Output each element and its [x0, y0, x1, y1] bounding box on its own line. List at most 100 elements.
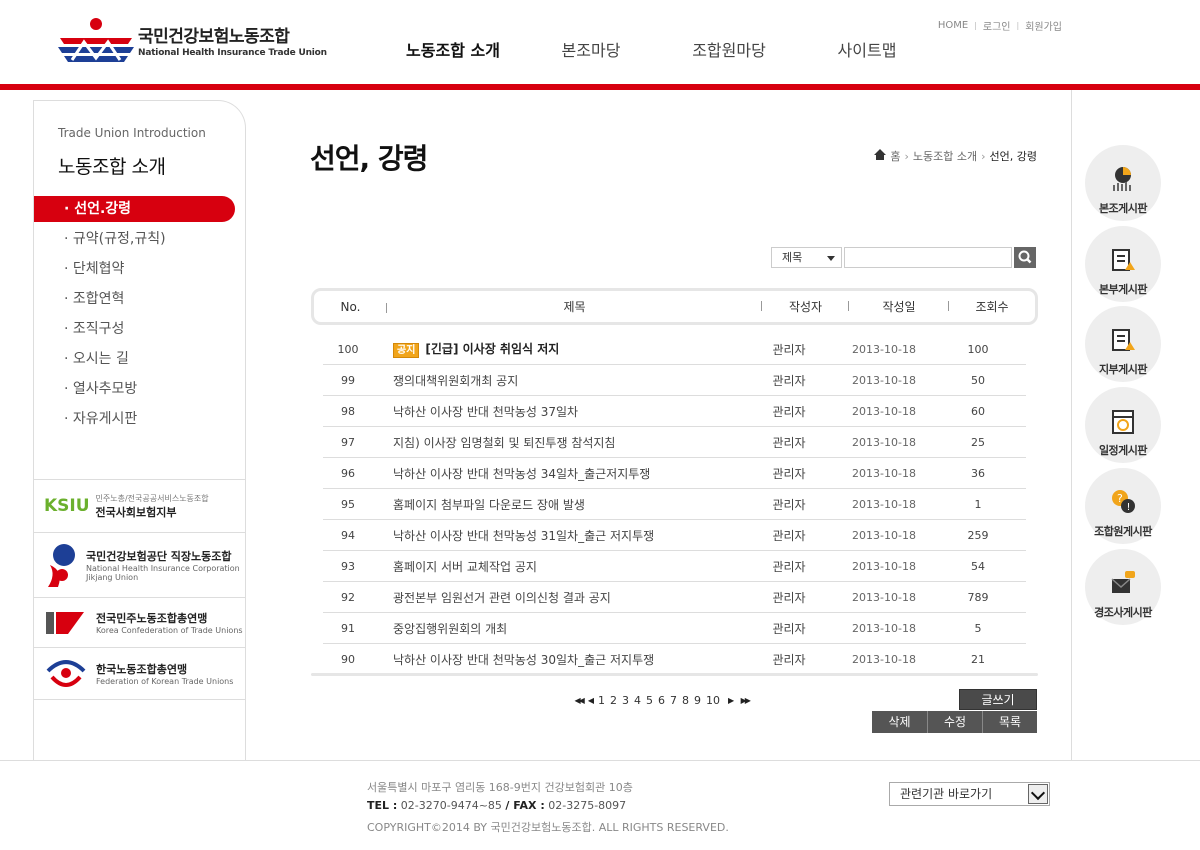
sidebar-item-organization[interactable]: · 조직구성	[34, 316, 235, 346]
page-link[interactable]: 7	[670, 694, 677, 707]
page-link[interactable]: 1	[598, 694, 605, 707]
sidebar-item-history[interactable]: · 조합연혁	[34, 286, 235, 316]
quick-label: 조합원게시판	[1094, 525, 1152, 538]
list-button[interactable]: 목록	[982, 711, 1037, 733]
delete-button[interactable]: 삭제	[872, 711, 927, 733]
sidebar-item-agreement[interactable]: · 단체협약	[34, 256, 235, 286]
chevron-right-icon: ›	[904, 149, 909, 163]
edit-button[interactable]: 수정	[927, 711, 982, 733]
header-writer: 작성자	[762, 298, 849, 315]
row-title[interactable]: 낙하산 이사장 반대 천막농성 37일차	[373, 403, 753, 420]
login-link[interactable]: 로그인	[983, 18, 1011, 33]
row-title[interactable]: 광전본부 임원선거 관련 이의신청 결과 공지	[373, 589, 753, 606]
banner-ksiu[interactable]: KSIU 민주노총/전국공공서비스노동조합 전국사회보험지부	[34, 479, 245, 532]
row-title[interactable]: 홈페이지 서버 교체작업 공지	[373, 558, 753, 575]
search-input[interactable]	[844, 247, 1012, 268]
nav-union-intro[interactable]: 노동조합 소개	[384, 37, 522, 61]
page-link[interactable]: 6	[658, 694, 665, 707]
banner-title: 전국민주노동조합총연맹	[96, 612, 208, 625]
row-title[interactable]: 중앙집행위원회의 개최	[373, 620, 753, 637]
table-row[interactable]: 98 낙하산 이사장 반대 천막농성 37일차 관리자 2013-10-18 6…	[323, 396, 1026, 427]
row-title[interactable]: 낙하산 이사장 반대 천막농성 34일차_출근저지투쟁	[373, 465, 753, 482]
row-title[interactable]: 쟁의대책위원회개최 공지	[373, 372, 753, 389]
page-link[interactable]: 5	[646, 694, 653, 707]
page-link[interactable]: 2	[610, 694, 617, 707]
row-title[interactable]: 낙하산 이사장 반대 천막농성 31일차_출근 저지투쟁	[373, 527, 753, 544]
related-sites-select[interactable]: 관련기관 바로가기	[889, 782, 1050, 806]
nav-sitemap[interactable]: 사이트맵	[798, 37, 936, 61]
page-link[interactable]: 9	[694, 694, 701, 707]
row-title[interactable]: 공지 [긴급] 이사장 취임식 저지	[373, 340, 753, 358]
banner-title: 국민건강보험공단 직장노동조합	[86, 550, 232, 563]
left-sidebar: Trade Union Introduction 노동조합 소개 · 선언.강령…	[33, 100, 246, 760]
table-row[interactable]: 93 홈페이지 서버 교체작업 공지 관리자 2013-10-18 54	[323, 551, 1026, 582]
header-title: 제목	[387, 298, 762, 315]
table-row[interactable]: 95 홈페이지 첨부파일 다운로드 장애 발생 관리자 2013-10-18 1	[323, 489, 1026, 520]
quick-region-board[interactable]: 본부게시판	[1085, 226, 1161, 302]
row-views: 21	[971, 653, 985, 666]
sidebar-item-memorial[interactable]: · 열사추모방	[34, 376, 235, 406]
nav-headquarters[interactable]: 본조마당	[522, 37, 660, 61]
row-date: 2013-10-18	[852, 621, 916, 635]
page-link[interactable]: 8	[682, 694, 689, 707]
nav-members[interactable]: 조합원마당	[660, 37, 798, 61]
row-title[interactable]: 지침) 이사장 임명철회 및 퇴진투쟁 참석지침	[373, 434, 753, 451]
header-no: No.	[314, 300, 387, 314]
row-no: 98	[341, 404, 355, 418]
sidebar-item-bylaws[interactable]: · 규약(규정,규칙)	[34, 226, 235, 256]
table-row[interactable]: 97 지침) 이사장 임명철회 및 퇴진투쟁 참석지침 관리자 2013-10-…	[323, 427, 1026, 458]
row-title-text[interactable]: [긴급] 이사장 취임식 저지	[425, 342, 559, 356]
row-date: 2013-10-18	[852, 435, 916, 449]
breadcrumb-home[interactable]: 홈	[890, 148, 900, 164]
row-writer: 관리자	[772, 404, 806, 419]
search-field-select[interactable]: 제목	[771, 247, 842, 268]
calendar-icon	[1112, 410, 1134, 434]
home-link[interactable]: HOME	[938, 20, 968, 31]
page-link[interactable]: 4	[634, 694, 641, 707]
last-page-icon[interactable]: ▶▶	[741, 696, 751, 705]
page-link[interactable]: 10	[706, 694, 720, 707]
separator: |	[1016, 21, 1020, 30]
banner-fktu[interactable]: 한국노동조합총연맹 Federation of Korean Trade Uni…	[34, 647, 245, 700]
related-sites-value: 관련기관 바로가기	[900, 787, 993, 801]
fax-label: / FAX :	[505, 799, 545, 812]
row-writer: 관리자	[772, 373, 806, 388]
prev-page-icon[interactable]: ◀	[588, 696, 594, 705]
site-logo[interactable]: 국민건강보험노동조합 National Health Insurance Tra…	[58, 16, 327, 64]
tel-label: TEL :	[367, 799, 398, 812]
table-row[interactable]: 99 쟁의대책위원회개최 공지 관리자 2013-10-18 50	[323, 365, 1026, 396]
table-row[interactable]: 91 중앙집행위원회의 개최 관리자 2013-10-18 5	[323, 613, 1026, 644]
breadcrumb-section[interactable]: 노동조합 소개	[913, 148, 977, 164]
write-button[interactable]: 글쓰기	[959, 689, 1037, 710]
banner-kctu[interactable]: 전국민주노동조합총연맹 Korea Confederation of Trade…	[34, 597, 245, 647]
row-no: 90	[341, 653, 355, 666]
banner-jikjang-union[interactable]: 국민건강보험공단 직장노동조합 National Health Insuranc…	[34, 532, 245, 597]
quick-branch-board[interactable]: 지부게시판	[1085, 306, 1161, 382]
row-title[interactable]: 홈페이지 첨부파일 다운로드 장애 발생	[373, 496, 753, 513]
table-row[interactable]: 90 낙하산 이사장 반대 천막농성 30일차_출근 저지투쟁 관리자 2013…	[323, 644, 1026, 675]
quick-member-board[interactable]: ?! 조합원게시판	[1085, 468, 1161, 544]
table-row[interactable]: 96 낙하산 이사장 반대 천막농성 34일차_출근저지투쟁 관리자 2013-…	[323, 458, 1026, 489]
row-no: 99	[341, 373, 355, 387]
sidebar-item-declaration[interactable]: · 선언.강령	[34, 196, 235, 222]
sidebar-item-directions[interactable]: · 오시는 길	[34, 346, 235, 376]
home-icon[interactable]	[874, 149, 887, 163]
table-row[interactable]: 92 광전본부 임원선거 관련 이의신청 결과 공지 관리자 2013-10-1…	[323, 582, 1026, 613]
quick-schedule-board[interactable]: 일정게시판	[1085, 387, 1161, 463]
row-writer: 관리자	[772, 559, 806, 574]
page-link[interactable]: 3	[622, 694, 629, 707]
header-date: 작성일	[849, 298, 949, 315]
join-link[interactable]: 회원가입	[1025, 18, 1062, 33]
search-button[interactable]	[1014, 247, 1036, 268]
table-row[interactable]: 100 공지 [긴급] 이사장 취임식 저지 관리자 2013-10-18 100	[323, 334, 1026, 365]
footer-address: 서울특별시 마포구 염리동 168-9번지 건강보험회관 10층	[367, 781, 633, 794]
quick-label: 본부게시판	[1098, 283, 1148, 296]
footer-copyright: COPYRIGHT©2014 BY 국민건강보험노동조합. ALL RIGHTS…	[367, 821, 729, 834]
sidebar-item-freeboard[interactable]: · 자유게시판	[34, 406, 235, 436]
table-row[interactable]: 94 낙하산 이사장 반대 천막농성 31일차_출근 저지투쟁 관리자 2013…	[323, 520, 1026, 551]
first-page-icon[interactable]: ◀◀	[575, 696, 585, 705]
quick-events-board[interactable]: 경조사게시판	[1085, 549, 1161, 625]
quick-hq-board[interactable]: 본조게시판	[1085, 145, 1161, 221]
next-page-icon[interactable]: ▶	[728, 696, 734, 705]
row-title[interactable]: 낙하산 이사장 반대 천막농성 30일차_출근 저지투쟁	[373, 651, 753, 668]
